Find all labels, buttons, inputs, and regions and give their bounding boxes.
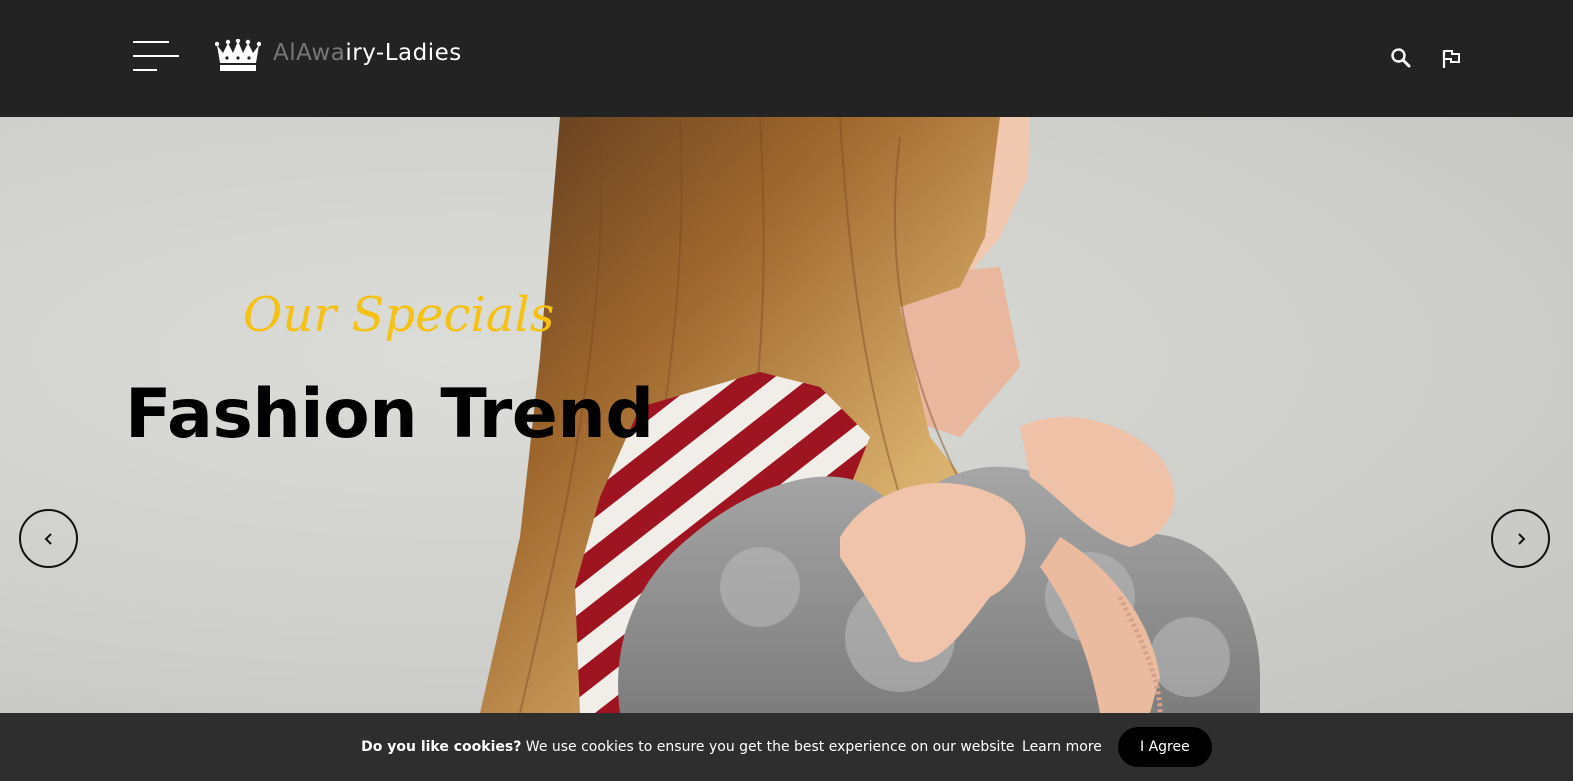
cookie-message: Do you like cookies? We use cookies to e… [361, 739, 1102, 755]
hamburger-menu-icon[interactable] [133, 41, 179, 73]
site-header: AlAwairy-Ladies [0, 0, 1573, 117]
search-button[interactable] [1390, 46, 1412, 70]
search-icon [1391, 48, 1411, 68]
slider-next-button[interactable] [1491, 509, 1550, 568]
chevron-right-icon [1517, 532, 1525, 545]
chevron-left-icon [44, 532, 52, 545]
agree-button[interactable]: I Agree [1117, 727, 1212, 767]
hero-title: Fashion Trend [125, 375, 654, 454]
learn-more-link[interactable]: Learn more [1022, 739, 1102, 755]
logo-text: AlAwairy-Ladies [273, 40, 462, 66]
site-logo[interactable]: AlAwairy-Ladies [215, 38, 462, 74]
language-button[interactable] [1440, 46, 1462, 70]
crown-icon [215, 39, 261, 71]
flag-icon [1442, 50, 1460, 68]
cookie-consent-bar: Do you like cookies? We use cookies to e… [0, 713, 1573, 781]
hero-subtitle: Our Specials [243, 287, 555, 343]
hero-slider: Our Specials Fashion Trend [0, 117, 1573, 713]
cookie-question: Do you like cookies? [361, 739, 522, 755]
logo-text-suffix: iry-Ladies [345, 40, 462, 66]
slider-prev-button[interactable] [19, 509, 78, 568]
cookie-body: We use cookies to ensure you get the bes… [521, 739, 1015, 755]
logo-text-prefix: AlAwa [273, 40, 346, 66]
